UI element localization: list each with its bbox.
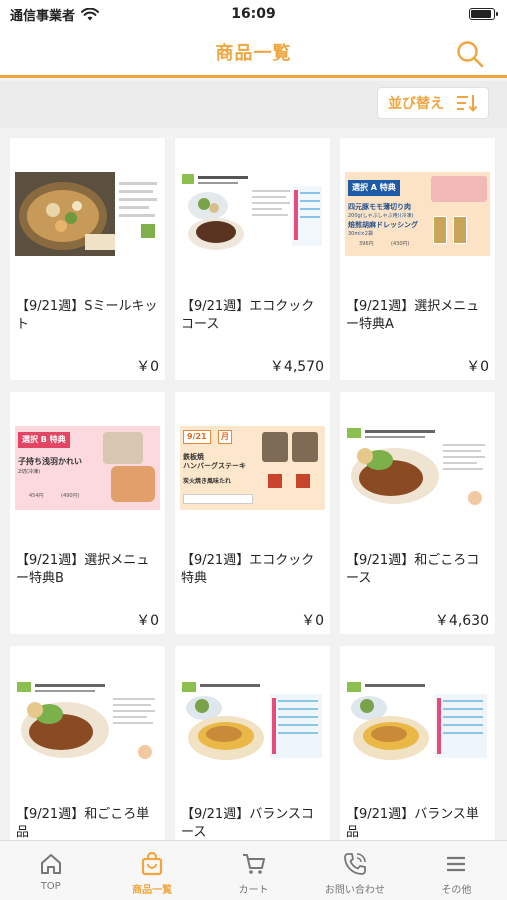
product-price: ￥0 [136,613,159,629]
product-card[interactable]: 【9/21週】バランス単品 [340,646,495,840]
meat-image [431,176,487,202]
tab-label: その他 [441,885,472,896]
sort-toolbar: 並び替え [0,81,507,128]
product-price: ￥4,630 [434,613,489,629]
thumb-text: ハンバーグステーキ [183,462,246,470]
battery-fill [471,10,491,18]
thumb-text: 炭火焼き風味たれ [183,478,232,485]
product-card[interactable]: 【9/21週】バランスコース [175,646,330,840]
tab-label: 商品一覧 [132,885,173,896]
product-price: ￥0 [301,613,324,629]
product-title: 【9/21週】Sミールキット [16,299,158,332]
cart-icon [242,854,265,874]
product-title: 【9/21週】和ごころコース [346,553,480,586]
home-icon [40,854,61,874]
wifi-icon [81,7,100,20]
product-card[interactable]: 選択 A 特典 四元豚モモ薄切り肉 200g(しゃぶしゃぶ用)(冷凍) 焙煎胡麻… [340,138,495,380]
tab-label: TOP [40,881,61,892]
product-thumbnail [180,172,325,256]
phone-icon [344,853,366,875]
product-title: 【9/21週】バランス単品 [346,807,479,840]
special-badge: 選択 A 特典 [348,180,400,196]
thumb-price-tag: (430円) [391,241,410,247]
product-card[interactable]: 9/21 月 鉄板焼 ハンバーグステーキ 炭火焼き風味たれ 【9/21週】エコク… [175,392,330,634]
carrier-label: 通信事業者 [10,8,76,24]
thumb-text: 子持ち浅羽かれい [18,457,82,466]
product-image [292,432,318,462]
date-text: 9/21 [187,432,207,441]
product-thumbnail [345,680,490,764]
thumb-price-tag: (490円) [61,493,80,499]
thumb-text: 200g(しゃぶしゃぶ用)(冷凍) [348,213,414,219]
product-thumbnail [15,172,160,256]
product-price: ￥4,570 [269,359,324,375]
tab-contact[interactable]: お問い合わせ [304,841,405,900]
shopping-bag-icon [142,851,163,876]
sort-button[interactable]: 並び替え [377,87,489,119]
page-title: 商品一覧 [215,42,292,64]
search-icon[interactable] [455,39,485,69]
product-title: 【9/21週】和ごころ単品 [16,807,150,840]
product-title: 【9/21週】エコクック特典 [181,553,315,586]
tab-other[interactable]: その他 [406,841,507,900]
tab-top[interactable]: TOP [0,841,101,900]
thumb-price-tag: 396円 [359,241,374,247]
product-image [262,432,288,462]
fish-image [111,466,155,502]
tab-label: カート [238,885,269,896]
product-title: 【9/21週】エコクックコース [181,299,315,332]
product-card[interactable]: 【9/21週】Sミールキット ￥0 [10,138,165,380]
product-card[interactable]: 【9/21週】和ごころコース ￥4,630 [340,392,495,634]
tab-bar: TOP 商品一覧 カート お問い合わせ その他 [0,840,507,900]
status-left: 通信事業者 [10,5,100,24]
product-card[interactable]: 選択 B 特典 子持ち浅羽かれい 2切(冷凍) 454円 (490円) 【9/2… [10,392,165,634]
product-thumbnail: 選択 A 特典 四元豚モモ薄切り肉 200g(しゃぶしゃぶ用)(冷凍) 焙煎胡麻… [345,172,490,256]
product-thumbnail: 選択 B 特典 子持ち浅羽かれい 2切(冷凍) 454円 (490円) [15,426,160,510]
product-image [268,474,282,488]
thumb-text: 焙煎胡麻ドレッシング [348,221,418,229]
thumb-text: 四元豚モモ薄切り肉 [348,203,411,211]
date-badge: 9/21 [183,430,211,444]
fish-image [103,432,143,464]
product-price: ￥0 [136,359,159,375]
status-bar: 通信事業者 16:09 [0,0,507,28]
product-title: 【9/21週】選択メニュー特典B [16,553,150,586]
product-thumbnail: 9/21 月 鉄板焼 ハンバーグステーキ 炭火焼き風味たれ [180,426,325,510]
product-title: 【9/21週】選択メニュー特典A [346,299,480,332]
thumb-text: 30ml×2袋 [348,231,373,237]
thumb-text: 2切(冷凍) [18,469,41,475]
product-thumbnail [180,680,325,764]
dressing-image [453,216,467,244]
menu-icon [447,856,466,872]
tab-products[interactable]: 商品一覧 [101,841,202,900]
product-image [296,474,310,488]
tab-cart[interactable]: カート [203,841,304,900]
sort-icon [457,95,478,112]
battery-icon [469,8,498,20]
tab-label: お問い合わせ [324,885,385,896]
special-badge: 選択 B 特典 [18,432,70,448]
product-card[interactable]: 【9/21週】エコクックコース ￥4,570 [175,138,330,380]
product-title: 【9/21週】バランスコース [181,807,314,840]
product-thumbnail [15,680,160,764]
sort-label: 並び替え [388,96,444,112]
day-badge: 月 [218,430,232,444]
product-grid: 【9/21週】Sミールキット ￥0 【9/21週】エコクックコース ￥4,570… [0,128,507,840]
dressing-image [433,216,447,244]
nav-bar: 商品一覧 [0,28,507,78]
product-card[interactable]: 【9/21週】和ごころ単品 [10,646,165,840]
product-price: ￥0 [466,359,489,375]
thumb-price-tag: 454円 [29,493,44,499]
product-thumbnail [345,426,490,510]
price-table [183,494,253,504]
